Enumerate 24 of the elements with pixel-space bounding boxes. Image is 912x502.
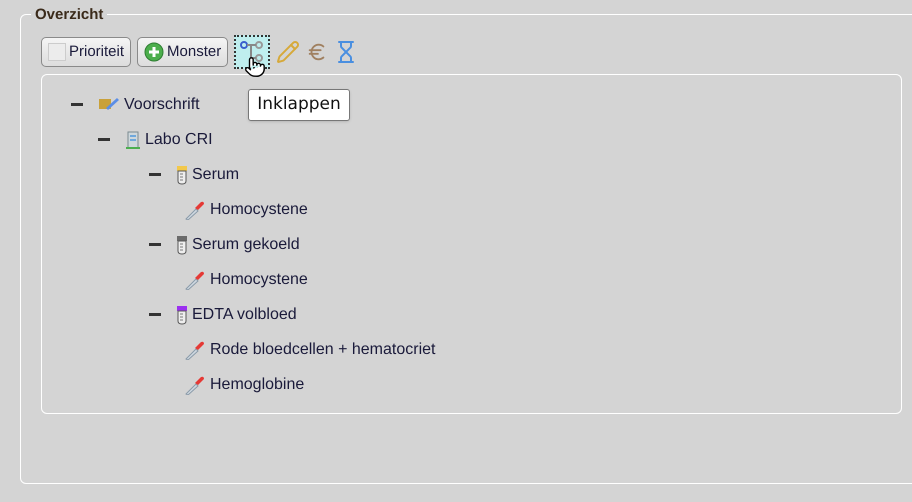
tree-node-label[interactable]: Serum gekoeld (192, 232, 300, 256)
tree-node-label[interactable]: EDTA volbloed (192, 302, 297, 326)
priority-button[interactable]: Prioriteit (41, 37, 132, 67)
dropper-icon (184, 200, 206, 220)
tube-icon (176, 164, 188, 184)
tree-node-label[interactable]: Voorschrift (124, 92, 200, 116)
tree-node-label[interactable]: Homocystene (210, 268, 308, 292)
tree-structure-icon (239, 39, 266, 65)
tree-node-label[interactable]: Homocystene (210, 198, 308, 222)
tree-node-label[interactable]: Serum (192, 162, 240, 186)
tree-toggle-button[interactable] (234, 35, 270, 69)
dropper-icon (184, 340, 206, 360)
dropper-icon (184, 270, 206, 290)
tree-node-label[interactable]: Labo CRI (145, 128, 213, 152)
tube-icon (176, 304, 188, 324)
tube-icon (176, 234, 188, 254)
dropper-icon (184, 374, 206, 394)
tree-node-label[interactable]: Rode bloedcellen + hematocriet (210, 338, 436, 362)
tooltip: Inklappen (248, 89, 350, 120)
checkbox[interactable] (48, 43, 66, 61)
sample-button[interactable]: Monster (137, 37, 228, 67)
tree-node-label[interactable]: Hemoglobine (210, 372, 304, 396)
building-icon (125, 130, 141, 150)
plus-icon (144, 42, 164, 62)
